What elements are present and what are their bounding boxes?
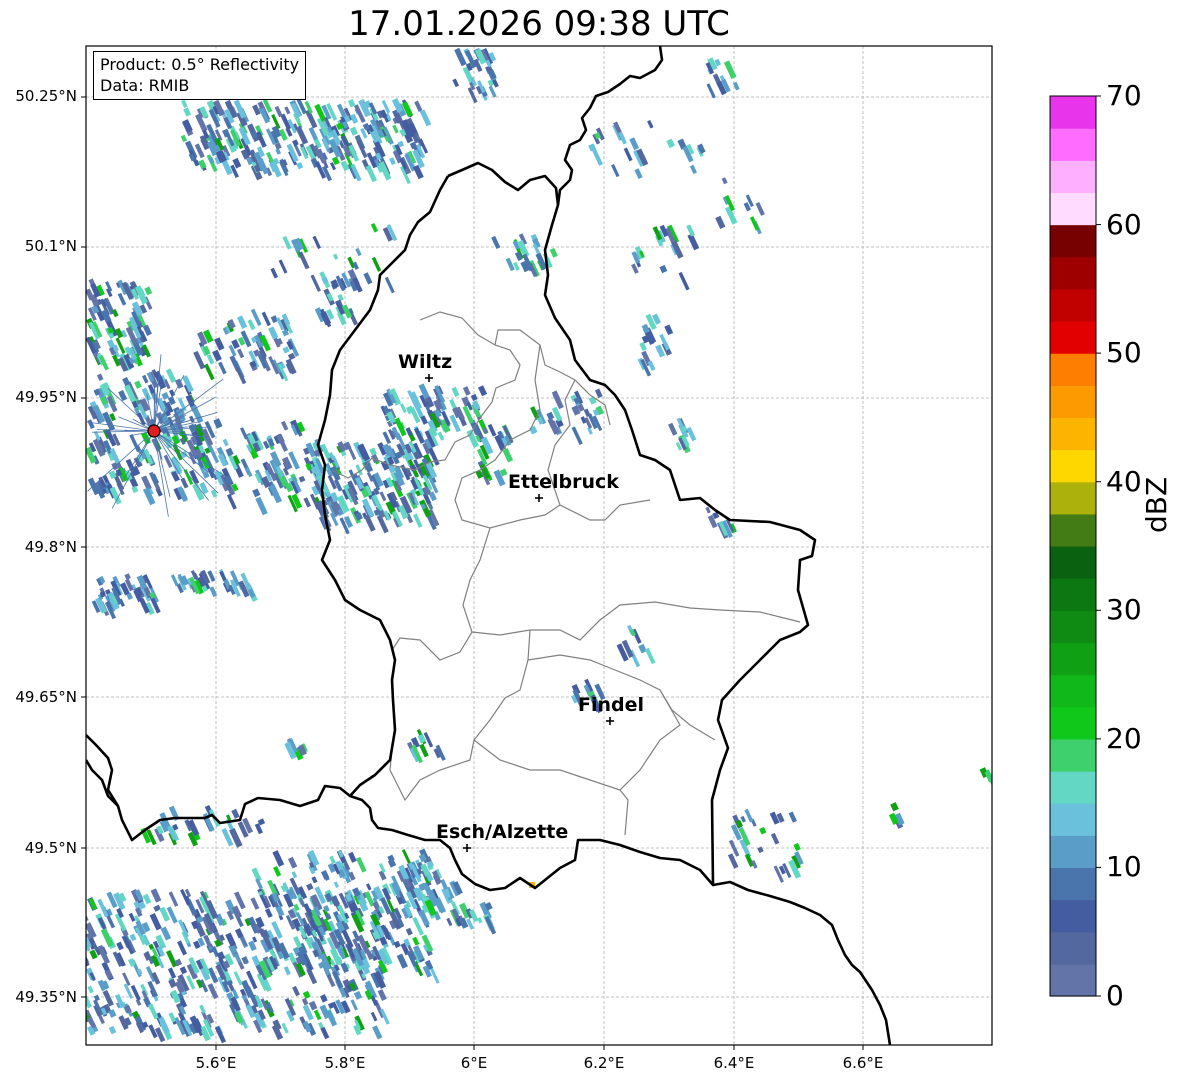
colorbar-segment — [1050, 256, 1096, 290]
colorbar-segment — [1050, 224, 1096, 258]
city-label-wiltz: Wiltz — [398, 351, 452, 373]
product-text: Product: 0.5° Reflectivity — [100, 55, 300, 74]
colorbar-segment — [1050, 867, 1096, 901]
product-info-box: Product: 0.5° Reflectivity Data: RMIB — [93, 51, 307, 100]
colorbar-segment — [1050, 192, 1096, 226]
colorbar-label: dBZ — [1140, 476, 1173, 533]
colorbar-segment — [1050, 417, 1096, 451]
radar-map: Wiltz Ettelbruck Findel Esch/Alzette — [81, 45, 1101, 1050]
data-source-text: Data: RMIB — [100, 76, 190, 95]
colorbar-segment — [1050, 578, 1096, 611]
city-label-esch: Esch/Alzette — [436, 821, 568, 843]
lat-label-49-5: 49.5°N — [24, 839, 77, 857]
lon-label-6: 6°E — [460, 1054, 488, 1072]
lat-label-49-95: 49.95°N — [15, 388, 77, 406]
colorbar-segment — [1050, 160, 1096, 194]
city-label-ettelbruck: Ettelbruck — [508, 471, 619, 493]
colorbar-tick-60: 60 — [1106, 208, 1142, 241]
colorbar-segment — [1050, 353, 1096, 386]
lon-label-6-6: 6.6°E — [842, 1054, 884, 1072]
city-marker-esch — [463, 844, 471, 852]
lat-label-50-25: 50.25°N — [15, 87, 77, 105]
colorbar-segment — [1050, 128, 1096, 161]
radar-echoes — [86, 47, 992, 1044]
colorbar-segment — [1050, 513, 1096, 547]
lon-label-5-8: 5.8°E — [324, 1054, 366, 1072]
city-marker-wiltz — [425, 374, 433, 382]
city-marker-ettelbruck — [535, 494, 543, 502]
colorbar-segment — [1050, 288, 1096, 322]
colorbar-tick-50: 50 — [1106, 336, 1142, 369]
lat-label-49-8: 49.8°N — [24, 538, 77, 556]
colorbar-segment — [1050, 803, 1096, 836]
colorbar-segment — [1050, 385, 1096, 419]
lon-label-5-6: 5.6°E — [195, 1054, 237, 1072]
lon-label-6-4: 6.4°E — [713, 1054, 755, 1072]
colorbar-segment — [1050, 481, 1096, 515]
city-label-findel: Findel — [578, 694, 644, 716]
colorbar-tick-70: 70 — [1106, 79, 1142, 112]
radar-site-marker — [147, 424, 161, 438]
lat-label-50-1: 50.1°N — [24, 237, 77, 255]
colorbar-segment — [1050, 835, 1096, 869]
colorbar-segment — [1050, 96, 1096, 129]
map-frame — [85, 45, 993, 1046]
colorbar-tick-10: 10 — [1106, 850, 1142, 883]
colorbar-tick-30: 30 — [1106, 593, 1142, 626]
colorbar-segment — [1050, 610, 1096, 644]
colorbar-segment — [1050, 321, 1096, 354]
colorbar-segment — [1050, 738, 1096, 772]
lat-label-49-65: 49.65°N — [15, 688, 77, 706]
canton-borders — [331, 311, 801, 836]
lon-label-6-2: 6.2°E — [583, 1054, 625, 1072]
colorbar-segment — [1050, 706, 1096, 740]
lat-label-49-35: 49.35°N — [15, 988, 77, 1006]
colorbar — [1050, 96, 1096, 997]
colorbar-segment — [1050, 899, 1096, 933]
colorbar-tick-40: 40 — [1106, 465, 1142, 498]
gridlines — [86, 46, 992, 1045]
colorbar-segment — [1050, 546, 1096, 579]
city-marker-findel — [606, 717, 614, 725]
colorbar-segment — [1050, 963, 1096, 997]
colorbar-segment — [1050, 642, 1096, 676]
colorbar-segment — [1050, 931, 1096, 965]
colorbar-segment — [1050, 449, 1096, 483]
colorbar-segment — [1050, 674, 1096, 708]
colorbar-tick-0: 0 — [1106, 979, 1124, 1012]
colorbar-tick-20: 20 — [1106, 722, 1142, 755]
colorbar-segment — [1050, 771, 1096, 804]
